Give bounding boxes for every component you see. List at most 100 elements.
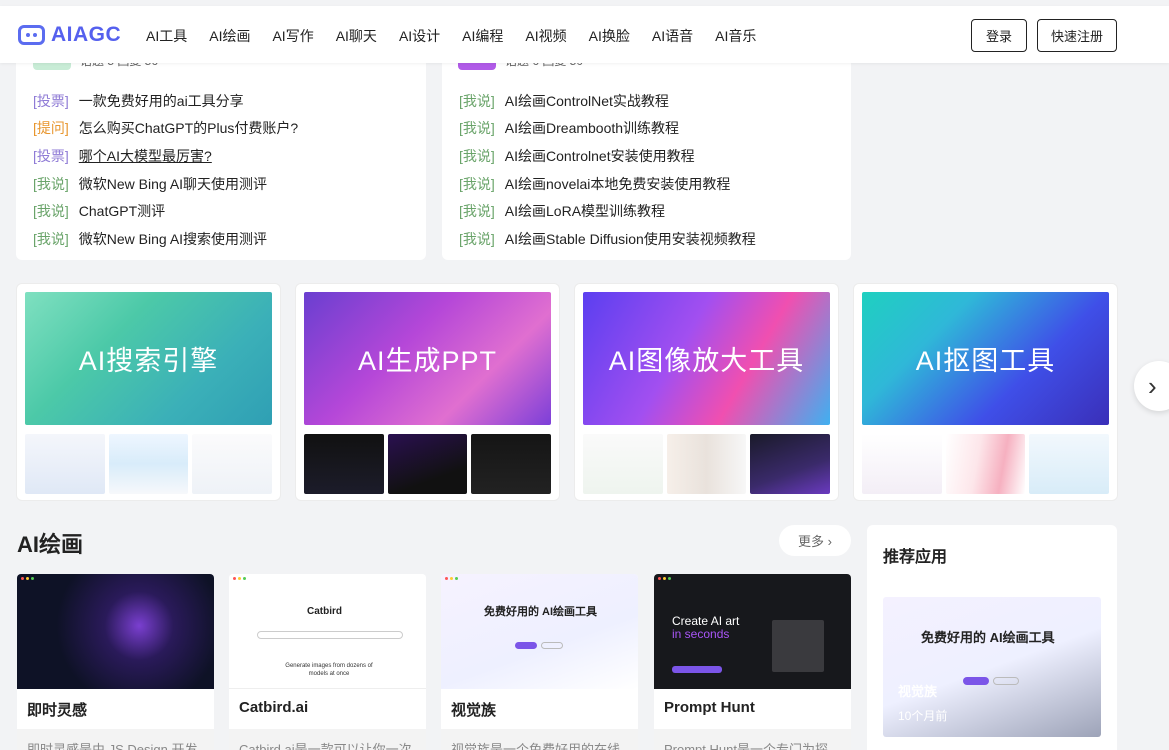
topic-tag: [我说] (459, 120, 495, 137)
screenshot-thumb (945, 434, 1026, 494)
carousel-next-button[interactable]: › (1134, 361, 1169, 411)
more-button[interactable]: 更多 › (779, 525, 851, 556)
window-dots (233, 577, 246, 580)
list-item[interactable]: [我说] 微软New Bing AI聊天使用测评 (33, 170, 298, 198)
app-thumbnail[interactable]: Create AI art in seconds (654, 574, 851, 689)
topic-tag: [我说] (459, 230, 495, 247)
topic-title[interactable]: 一款免费好用的ai工具分享 (79, 91, 244, 111)
topic-title[interactable]: AI绘画Controlnet安装使用教程 (505, 146, 695, 166)
thumb-button (541, 642, 563, 649)
screenshot-thumb (750, 434, 831, 494)
topic-title[interactable]: 微软New Bing AI搜索使用测评 (79, 229, 267, 249)
topic-title[interactable]: ChatGPT测评 (79, 201, 165, 221)
thumb-title: 免费好用的 AI绘画工具 (484, 606, 598, 618)
screenshot-thumb (1029, 434, 1110, 494)
app-name[interactable]: 即时灵感 (27, 699, 87, 720)
nav-item-ai-painting[interactable]: AI绘画 (209, 26, 250, 46)
app-description: 视觉族是一个免费好用的在线 (441, 729, 638, 750)
topic-title[interactable]: 哪个AI大模型最厉害? (79, 146, 212, 166)
app-card-jishi[interactable]: 即时灵感 即时灵感是由 JS Design 开发 (17, 574, 214, 750)
nav-item-ai-music[interactable]: AI音乐 (715, 26, 756, 46)
nav-item-ai-design[interactable]: AI设计 (399, 26, 440, 46)
nav-item-ai-chat[interactable]: AI聊天 (336, 26, 377, 46)
list-item[interactable]: [我说] AI绘画ControlNet实战教程 (459, 87, 756, 115)
topic-tag: [我说] (33, 203, 69, 220)
app-card-prompthunt[interactable]: Create AI art in seconds Prompt Hunt Pro… (654, 574, 851, 750)
app-card-shijue[interactable]: 免费好用的 AI绘画工具 视觉族 视觉族是一个免费好用的在线 (441, 574, 638, 750)
app-description: 即时灵感是由 JS Design 开发 (17, 729, 214, 750)
recommend-title: 推荐应用 (883, 549, 948, 566)
list-item[interactable]: [投票] 哪个AI大模型最厉害? (33, 142, 298, 170)
nav-item-ai-tools[interactable]: AI工具 (146, 26, 187, 46)
thumb-subtitle: Generate images from dozens of models at… (285, 663, 373, 677)
list-item[interactable]: [我说] AI绘画Controlnet安装使用教程 (459, 142, 756, 170)
app-card-catbird[interactable]: Catbird Generate images from dozens of m… (229, 574, 426, 750)
nav-item-ai-writing[interactable]: AI写作 (272, 26, 313, 46)
list-item[interactable]: [我说] AI绘画novelai本地免费安装使用教程 (459, 170, 756, 198)
robot-icon (18, 25, 45, 45)
carousel-card-cutout[interactable]: AI抠图工具 (853, 283, 1118, 501)
carousel-card-search[interactable]: AI搜索引擎 (16, 283, 281, 501)
screenshot-thumb (666, 434, 747, 494)
recommend-date: 10个月前 (898, 709, 948, 723)
list-item[interactable]: [我说] AI绘画LoRA模型训练教程 (459, 197, 756, 225)
main-nav: AI工具 AI绘画 AI写作 AI聊天 AI设计 AI编程 AI视频 AI换脸 … (146, 26, 778, 46)
carousel-card-ppt[interactable]: AI生成PPT (295, 283, 560, 501)
screenshot-thumb (304, 434, 384, 494)
app-thumbnail[interactable]: 免费好用的 AI绘画工具 (441, 574, 638, 689)
topic-title[interactable]: AI绘画Stable Diffusion使用安装视频教程 (505, 229, 756, 249)
topic-title[interactable]: AI绘画Dreambooth训练教程 (505, 118, 679, 138)
thumb-button (515, 642, 537, 649)
app-name[interactable]: 视觉族 (451, 699, 496, 720)
topic-title[interactable]: 怎么购买ChatGPT的Plus付费账户? (79, 118, 298, 138)
list-item[interactable]: [我说] 微软New Bing AI搜索使用测评 (33, 225, 298, 253)
thumb-title-accent: in seconds (672, 627, 730, 641)
recommend-panel: 推荐应用 免费好用的 AI绘画工具 视觉族 10个月前 (867, 525, 1117, 750)
list-item[interactable]: [我说] ChatGPT测评 (33, 197, 298, 225)
section-title: AI绘画 (17, 532, 84, 557)
list-item[interactable]: [我说] AI绘画Stable Diffusion使用安装视频教程 (459, 225, 756, 253)
carousel-screenshots (862, 434, 1110, 494)
list-item[interactable]: [投票] 一款免费好用的ai工具分享 (33, 87, 298, 115)
topic-title[interactable]: 微软New Bing AI聊天使用测评 (79, 174, 267, 194)
carousel-screenshots (25, 434, 273, 494)
app-description: Catbird.ai是一款可以让你一次 (229, 729, 426, 750)
topic-title[interactable]: AI绘画LoRA模型训练教程 (505, 201, 665, 221)
site-logo[interactable]: AIAGC (18, 23, 121, 47)
nav-item-ai-voice[interactable]: AI语音 (652, 26, 693, 46)
screenshot-thumb (471, 434, 552, 494)
thumb-title: Catbird (307, 606, 342, 617)
carousel-banner[interactable]: AI图像放大工具 (583, 292, 830, 425)
app-thumbnail[interactable] (17, 574, 214, 689)
topic-card-tools: 话题 5 回复 56 [投票]一款免费好用的ai工具分享 [提问]怎么购买Cha… (16, 30, 426, 260)
window-dots (445, 577, 458, 580)
carousel-banner[interactable]: AI抠图工具 (862, 292, 1109, 425)
nav-item-ai-coding[interactable]: AI编程 (462, 26, 503, 46)
list-item[interactable]: [我说] AI绘画Dreambooth训练教程 (459, 115, 756, 143)
screenshot-thumb (192, 434, 273, 494)
carousel-banner[interactable]: AI生成PPT (304, 292, 551, 425)
thumb-button (963, 677, 989, 685)
app-name[interactable]: Prompt Hunt (664, 699, 755, 716)
recommend-app-name[interactable]: 视觉族 (898, 681, 937, 700)
carousel-banner[interactable]: AI搜索引擎 (25, 292, 272, 425)
topic-title[interactable]: AI绘画novelai本地免费安装使用教程 (505, 174, 731, 194)
thumb-title: 免费好用的 AI绘画工具 (921, 630, 1055, 645)
topic-list: [我说] AI绘画ControlNet实战教程 [我说] AI绘画Dreamboot… (459, 87, 756, 253)
nav-item-ai-faceswap[interactable]: AI换脸 (589, 26, 630, 46)
app-description: Prompt Hunt是一个专门为探 (654, 729, 851, 750)
topic-title[interactable]: AI绘画ControlNet实战教程 (505, 91, 669, 111)
topic-tag: [我说] (459, 92, 495, 109)
nav-item-ai-video[interactable]: AI视频 (525, 26, 566, 46)
screenshot-thumb (862, 434, 942, 494)
register-button[interactable]: 快速注册 (1037, 19, 1117, 52)
app-thumbnail[interactable]: Catbird Generate images from dozens of m… (229, 574, 426, 689)
list-item[interactable]: [提问] 怎么购买ChatGPT的Plus付费账户? (33, 115, 298, 143)
carousel-card-upscale[interactable]: AI图像放大工具 (574, 283, 839, 501)
recommend-thumbnail[interactable]: 免费好用的 AI绘画工具 视觉族 10个月前 (883, 597, 1101, 737)
login-button[interactable]: 登录 (971, 19, 1027, 52)
screenshot-thumb (25, 434, 105, 494)
carousel-screenshots (583, 434, 831, 494)
thumb-button (993, 677, 1019, 685)
app-name[interactable]: Catbird.ai (239, 699, 308, 716)
